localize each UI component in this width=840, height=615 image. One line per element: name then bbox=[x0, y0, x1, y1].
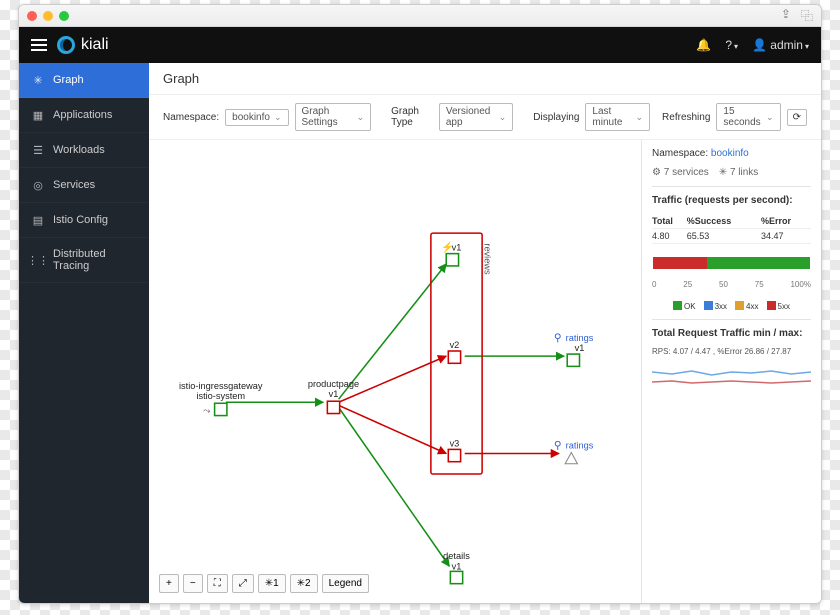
svg-text:v1: v1 bbox=[452, 561, 462, 571]
status-legend: OK 3xx 4xx 5xx bbox=[652, 301, 811, 311]
panel-namespace-link[interactable]: bookinfo bbox=[711, 148, 749, 159]
logo-icon bbox=[57, 36, 75, 54]
traffic-stacked-bar bbox=[652, 256, 811, 270]
graph-canvas[interactable]: reviews istio-ingressgateway istio-syste… bbox=[149, 140, 641, 603]
sidebar-item-services[interactable]: ◎ Services bbox=[19, 168, 149, 203]
spark-title: Total Request Traffic min / max: bbox=[652, 328, 811, 339]
legend-button[interactable]: Legend bbox=[322, 574, 369, 593]
zoom-in-button[interactable]: + bbox=[159, 574, 179, 593]
svg-text:ratings: ratings bbox=[566, 440, 594, 450]
config-icon: ▤ bbox=[31, 213, 45, 227]
services-count: ⚙ 7 services bbox=[652, 167, 709, 178]
layout-button-0[interactable]: ⤢ bbox=[232, 574, 254, 593]
traffic-table: Total%Success%Error 4.8065.5334.47 bbox=[652, 214, 811, 244]
svg-text:details: details bbox=[443, 551, 470, 561]
svg-text:v3: v3 bbox=[450, 438, 460, 448]
svg-text:productpage: productpage bbox=[308, 379, 359, 389]
namespace-label: Namespace: bbox=[163, 112, 219, 123]
displaying-label: Displaying bbox=[533, 112, 579, 123]
sidebar-item-applications[interactable]: ▦ Applications bbox=[19, 98, 149, 133]
graph-icon: ✳ bbox=[31, 73, 45, 87]
help-icon[interactable]: ?▾ bbox=[725, 38, 738, 52]
maximize-icon[interactable] bbox=[59, 11, 69, 21]
bell-icon[interactable]: 🔔 bbox=[696, 38, 711, 52]
spark-subtitle: RPS: 4.07 / 4.47 , %Error 26.86 / 27.87 bbox=[652, 347, 811, 356]
browser-window: ⇪ ⿻ kiali 🔔 ?▾ 👤 admin▾ ✳ Graph bbox=[18, 4, 822, 604]
zoom-out-button[interactable]: − bbox=[183, 574, 203, 593]
tracing-icon: ⋮⋮ bbox=[31, 253, 45, 267]
svg-text:istio-system: istio-system bbox=[196, 391, 245, 401]
fit-button[interactable]: ⛶ bbox=[207, 574, 228, 593]
page-title: Graph bbox=[149, 63, 821, 95]
svg-text:ratings: ratings bbox=[566, 333, 594, 343]
svg-text:v1: v1 bbox=[452, 243, 462, 253]
links-count: ✳ 7 links bbox=[719, 167, 759, 178]
workloads-icon: ☰ bbox=[31, 143, 45, 157]
svg-text:v1: v1 bbox=[329, 389, 339, 399]
user-menu[interactable]: 👤 admin▾ bbox=[752, 38, 809, 52]
svg-text:⤳: ⤳ bbox=[203, 406, 210, 416]
close-icon[interactable] bbox=[27, 11, 37, 21]
svg-text:v2: v2 bbox=[450, 340, 460, 350]
sidebar-item-graph[interactable]: ✳ Graph bbox=[19, 63, 149, 98]
sidebar-item-workloads[interactable]: ☰ Workloads bbox=[19, 133, 149, 168]
minimize-icon[interactable] bbox=[43, 11, 53, 21]
bar-ticks: 0255075100% bbox=[652, 280, 811, 289]
svg-text:⚲: ⚲ bbox=[554, 333, 562, 344]
sidebar: ✳ Graph ▦ Applications ☰ Workloads ◎ Ser… bbox=[19, 63, 149, 603]
svg-text:reviews: reviews bbox=[482, 243, 492, 275]
app-topbar: kiali 🔔 ?▾ 👤 admin▾ bbox=[19, 27, 821, 63]
graph-type-label: Graph Type bbox=[391, 106, 433, 128]
sidebar-item-distributed-tracing[interactable]: ⋮⋮ Distributed Tracing bbox=[19, 238, 149, 283]
svg-text:istio-ingressgateway: istio-ingressgateway bbox=[179, 381, 263, 391]
services-icon: ◎ bbox=[31, 178, 45, 192]
svg-text:⚲: ⚲ bbox=[554, 440, 562, 451]
details-panel: Namespace: bookinfo ⚙ 7 services ✳ 7 lin… bbox=[641, 140, 821, 603]
share-icon[interactable]: ⇪ bbox=[781, 7, 791, 24]
traffic-title: Traffic (requests per second): bbox=[652, 195, 811, 206]
layout-button-2[interactable]: ✳2 bbox=[290, 574, 318, 593]
brand: kiali bbox=[57, 36, 109, 54]
sparkline bbox=[652, 364, 811, 388]
refreshing-label: Refreshing bbox=[662, 112, 710, 123]
sidebar-item-istio-config[interactable]: ▤ Istio Config bbox=[19, 203, 149, 238]
graph-settings-dropdown[interactable]: Graph Settings bbox=[295, 103, 372, 131]
panel-namespace-label: Namespace: bbox=[652, 148, 708, 159]
tabs-icon[interactable]: ⿻ bbox=[801, 7, 813, 24]
apps-icon: ▦ bbox=[31, 108, 45, 122]
svg-text:v1: v1 bbox=[575, 343, 585, 353]
graph-type-dropdown[interactable]: Versioned app bbox=[439, 103, 513, 131]
displaying-dropdown[interactable]: Last minute bbox=[585, 103, 650, 131]
refresh-button[interactable]: ⟳ bbox=[787, 109, 807, 126]
namespace-dropdown[interactable]: bookinfo bbox=[225, 109, 288, 126]
graph-controls: + − ⛶ ⤢ ✳1 ✳2 Legend bbox=[159, 574, 369, 593]
menu-icon[interactable] bbox=[31, 39, 47, 51]
graph-toolbar: Namespace: bookinfo Graph Settings Graph… bbox=[149, 95, 821, 140]
refreshing-dropdown[interactable]: 15 seconds bbox=[716, 103, 780, 131]
brand-text: kiali bbox=[81, 36, 109, 54]
mac-titlebar: ⇪ ⿻ bbox=[19, 5, 821, 27]
layout-button-1[interactable]: ✳1 bbox=[258, 574, 286, 593]
